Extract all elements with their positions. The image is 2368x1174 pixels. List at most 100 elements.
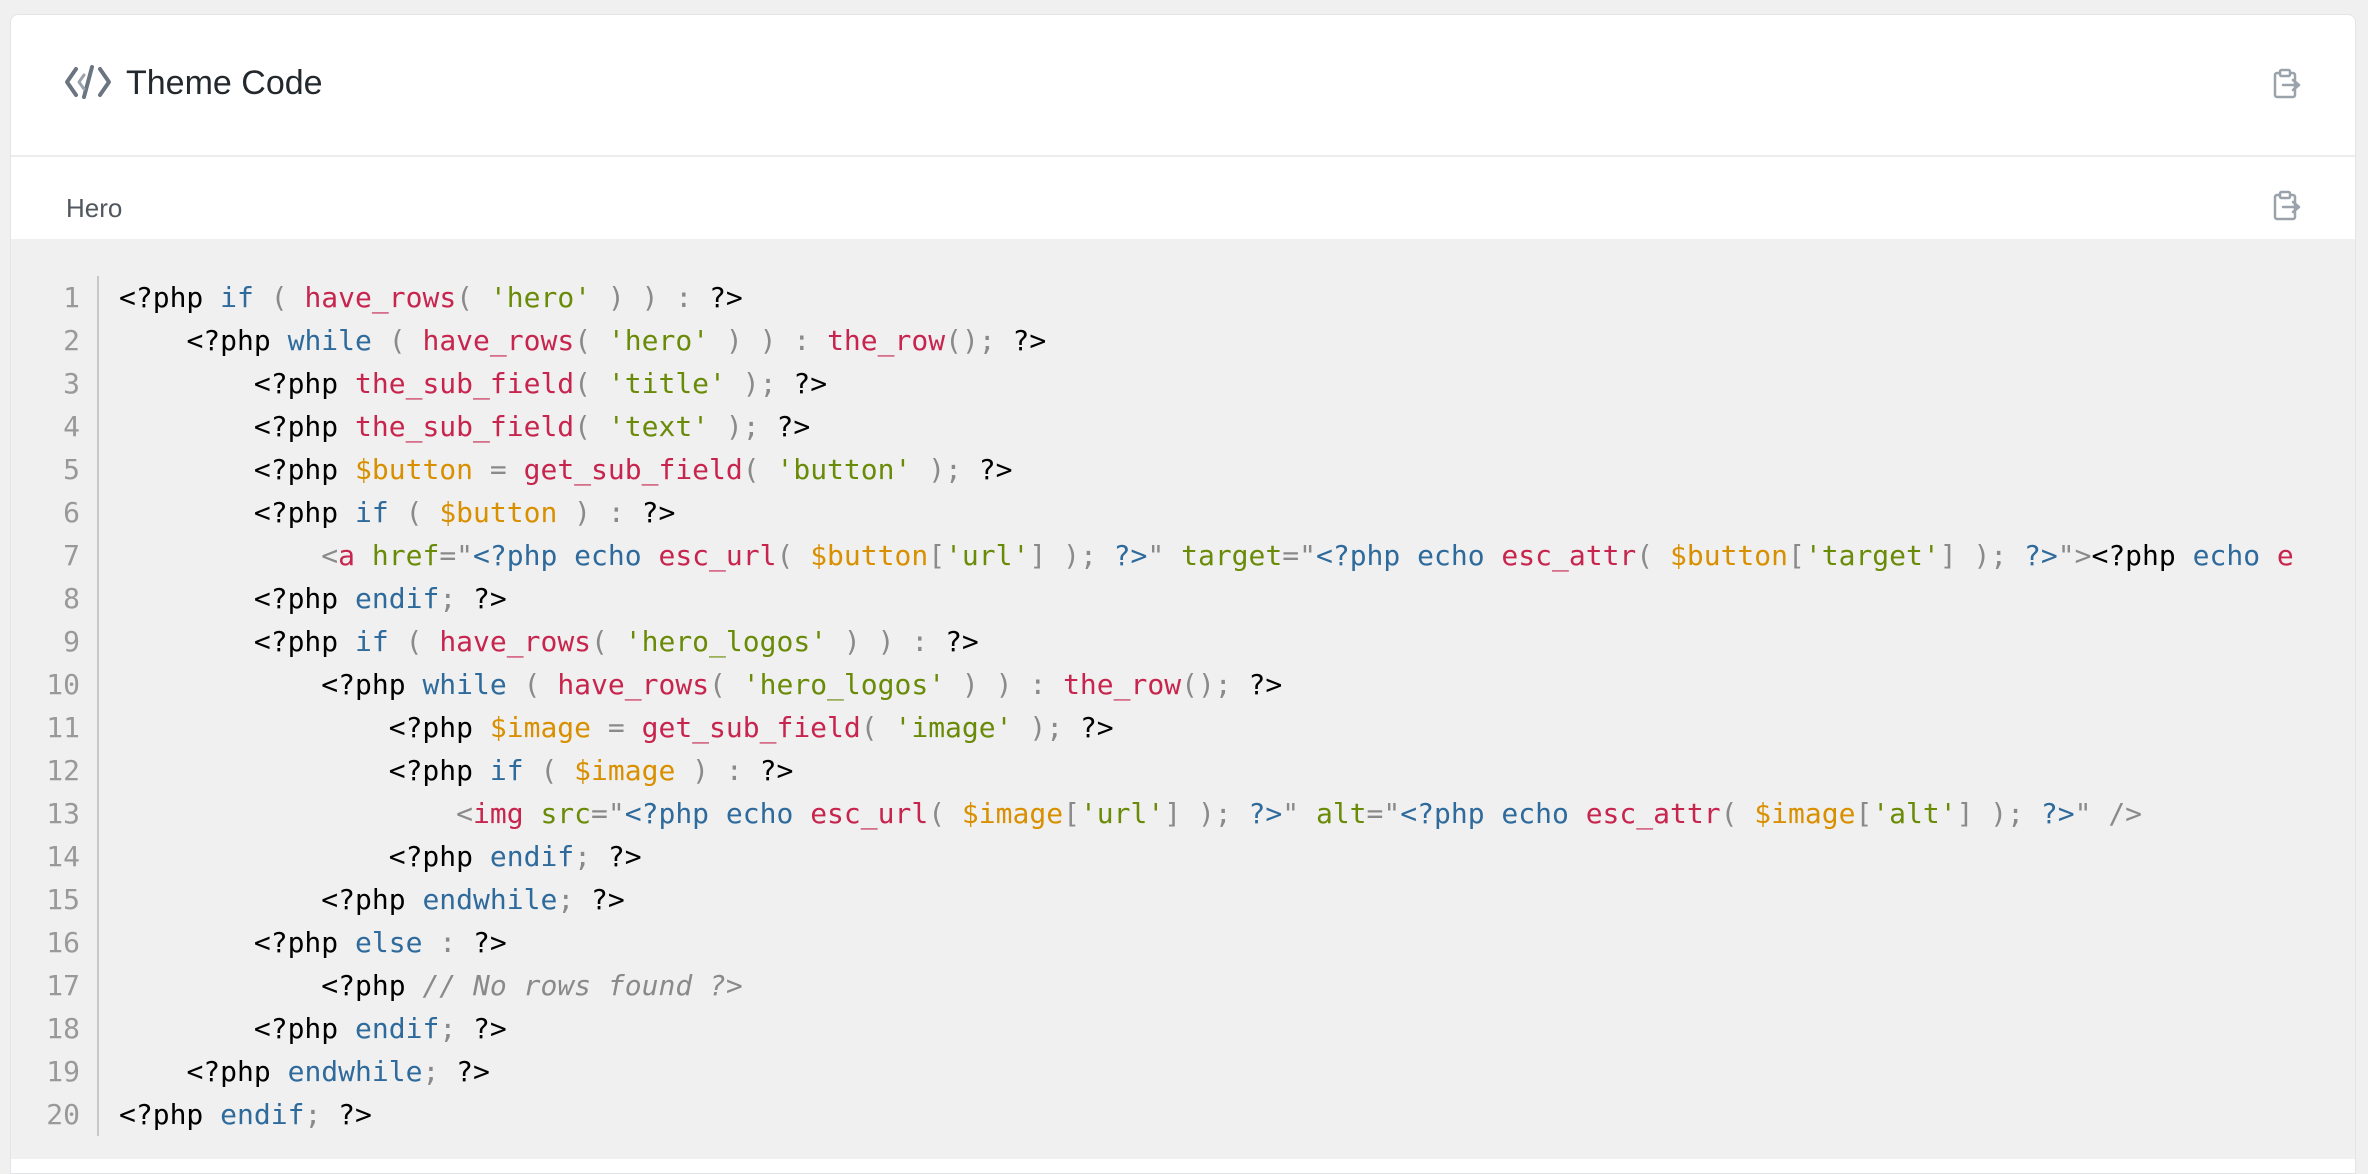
line-number: 4: [11, 405, 99, 448]
code-token: if: [355, 625, 389, 658]
code-token: (: [574, 410, 608, 443]
code-token: ?>: [473, 1012, 507, 1045]
code-token: 'hero': [489, 281, 592, 314]
code-token: <?php echo: [473, 539, 659, 572]
code-token: <?php: [321, 883, 423, 916]
code-token: ?>: [1113, 539, 1148, 572]
code-token: esc_url: [810, 797, 929, 830]
code-token: );: [1012, 711, 1080, 744]
code-line: 18 <?php endif; ?>: [11, 1007, 2294, 1050]
code-line: 12 <?php if ( $image ) : ?>: [11, 749, 2294, 792]
code-token: (: [742, 453, 777, 486]
code-token: a: [338, 539, 356, 572]
code-token: ;: [574, 840, 608, 873]
code-token: 'text': [607, 410, 710, 443]
code-token: );: [725, 367, 794, 400]
code-token: =": [439, 539, 474, 572]
line-number: 20: [11, 1093, 99, 1136]
code-line: 6 <?php if ( $button ) : ?>: [11, 491, 2294, 534]
code-token: if: [489, 754, 524, 787]
code-token: ?>: [473, 926, 507, 959]
code-token: <?php: [119, 1098, 221, 1131]
code-token: (: [1636, 539, 1670, 572]
line-number: 9: [11, 620, 99, 663]
line-number: 18: [11, 1007, 99, 1050]
panel-header: Theme Code: [11, 15, 2355, 157]
code-token: ?>: [776, 410, 811, 443]
code-token: 'button': [776, 453, 912, 486]
line-number: 7: [11, 534, 99, 577]
line-source: <?php while ( have_rows( 'hero_logos' ) …: [99, 663, 1282, 706]
line-number: 12: [11, 749, 99, 792]
code-token: (: [506, 668, 558, 701]
code-token: while: [422, 668, 507, 701]
code-token: );: [709, 410, 777, 443]
code-token: endif: [355, 582, 440, 615]
code-token: [: [928, 539, 946, 572]
copy-all-button[interactable]: [2269, 67, 2303, 101]
code-token: target: [1181, 539, 1283, 572]
code-token: ?>: [607, 840, 642, 873]
code-token: (: [574, 324, 608, 357]
code-token: the_sub_field: [355, 367, 575, 400]
code-token: 'alt': [1872, 797, 1957, 830]
line-number: 8: [11, 577, 99, 620]
code-token: src: [540, 797, 592, 830]
page-title: Theme Code: [126, 64, 323, 102]
code-token: esc_attr: [1585, 797, 1721, 830]
code-line: 14 <?php endif; ?>: [11, 835, 2294, 878]
code-token: <?php echo: [1400, 797, 1586, 830]
code-line: 15 <?php endwhile; ?>: [11, 878, 2294, 921]
line-source: <?php endif; ?>: [99, 1093, 372, 1136]
code-block[interactable]: 1 <?php if ( have_rows( 'hero' ) ) : ?> 2 …: [11, 239, 2355, 1159]
code-token: while: [287, 324, 372, 357]
code-token: echo: [2192, 539, 2261, 572]
code-token: <?php: [253, 926, 356, 959]
code-token: ?>: [793, 367, 828, 400]
code-line: 20 <?php endif; ?>: [11, 1093, 2294, 1136]
code-token: ?>: [1012, 324, 1047, 357]
code-token: <?php: [388, 754, 490, 787]
section-title: Hero: [66, 193, 123, 223]
code-token: ) :: [557, 496, 642, 529]
code-token: <?php: [253, 410, 356, 443]
code-token: esc_attr: [1501, 539, 1637, 572]
code-token: [: [1063, 797, 1080, 830]
code-token: $image: [574, 754, 676, 787]
code-token: get_sub_field: [641, 711, 861, 744]
code-token: ] );: [1939, 539, 2025, 572]
line-number: 10: [11, 663, 99, 706]
code-token: $button: [810, 539, 929, 572]
code-token: if: [220, 281, 254, 314]
code-token: ?>: [945, 625, 979, 658]
code-token: =": [1282, 539, 1316, 572]
code-token: ;: [439, 1012, 474, 1045]
code-token: <?php: [186, 1055, 288, 1088]
code-token: 'image': [894, 711, 1013, 744]
code-token: 'target': [1804, 539, 1940, 572]
code-token: (: [388, 496, 440, 529]
line-number: 1: [11, 276, 99, 319]
section-header: Hero: [11, 157, 2355, 239]
copy-section-button[interactable]: [2269, 189, 2303, 223]
code-line: 4 <?php the_sub_field( 'text' ); ?>: [11, 405, 2294, 448]
line-source: <?php endif; ?>: [99, 1007, 507, 1050]
code-token: esc_url: [658, 539, 777, 572]
code-token: endif: [355, 1012, 440, 1045]
code-token: ) ) :: [827, 625, 946, 658]
line-source: <?php while ( have_rows( 'hero' ) ) : th…: [99, 319, 1046, 362]
code-token: ) ) :: [945, 668, 1064, 701]
